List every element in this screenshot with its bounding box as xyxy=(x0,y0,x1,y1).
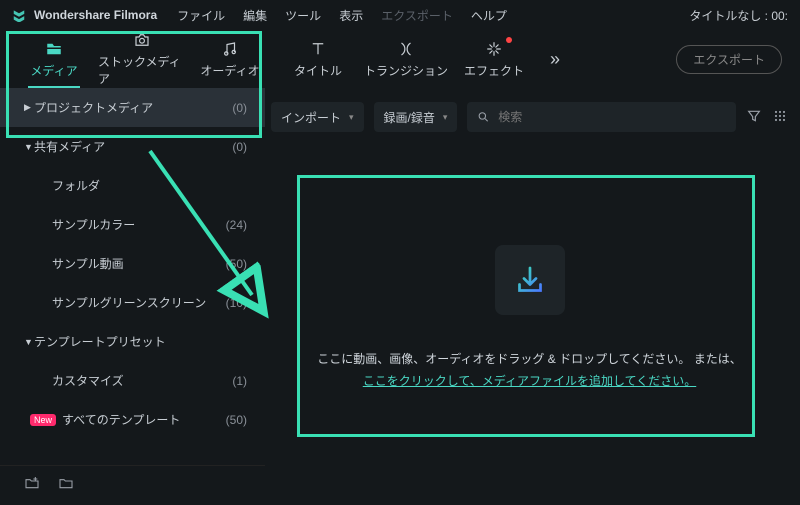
dropzone-link[interactable]: ここをクリックして、メディアファイルを追加してください。 xyxy=(363,374,696,388)
sidebar-item-count: (0) xyxy=(232,101,247,115)
music-icon xyxy=(221,40,239,58)
expand-icon: ▶ xyxy=(24,102,34,113)
tab-stock-media[interactable]: ストックメディア xyxy=(98,31,186,87)
menu-view[interactable]: 表示 xyxy=(339,7,363,24)
chevron-down-icon: ▾ xyxy=(443,112,448,123)
sidebar-item-folder[interactable]: フォルダ xyxy=(0,166,265,205)
sidebar-item-count: (24) xyxy=(226,218,247,232)
new-badge: New xyxy=(30,414,56,426)
menu-file[interactable]: ファイル xyxy=(177,7,225,24)
sidebar-item-label: フォルダ xyxy=(52,177,247,194)
tab-title-label: タイトル xyxy=(294,62,342,79)
sidebar-item-label: サンプルカラー xyxy=(52,216,226,233)
grid-icon xyxy=(772,108,788,124)
sidebar-item-label: サンプルグリーンスクリーン xyxy=(52,294,226,311)
sparkle-icon xyxy=(485,40,503,58)
collapse-icon: ▼ xyxy=(24,142,34,152)
app-logo-icon xyxy=(12,8,26,22)
toolbar: メディア ストックメディア オーディオ タイトル トランジション エフェクト »… xyxy=(0,30,800,88)
search-icon xyxy=(477,110,490,124)
sidebar-bottom-bar xyxy=(0,465,265,505)
grid-view-button[interactable] xyxy=(772,108,788,127)
more-tabs-button[interactable]: » xyxy=(550,49,560,70)
search-input[interactable] xyxy=(498,110,726,124)
sidebar: ▶ プロジェクトメディア (0) ▼ 共有メディア (0) フォルダ サンプルカ… xyxy=(0,88,265,505)
search-box[interactable] xyxy=(467,102,736,132)
sidebar-item-label: カスタマイズ xyxy=(52,372,232,389)
content-controls: インポート ▾ 録画/録音 ▾ xyxy=(271,100,788,134)
tab-effect-label: エフェクト xyxy=(464,62,524,79)
chevron-down-icon: ▾ xyxy=(349,112,354,123)
project-title: タイトルなし : 00: xyxy=(689,7,788,24)
open-folder-button[interactable] xyxy=(58,475,74,496)
import-dropdown[interactable]: インポート ▾ xyxy=(271,102,364,132)
menu-help[interactable]: ヘルプ xyxy=(471,7,507,24)
sidebar-item-customize[interactable]: カスタマイズ (1) xyxy=(0,361,265,400)
record-label: 録画/録音 xyxy=(384,109,435,126)
tab-title[interactable]: タイトル xyxy=(274,31,362,87)
main-menu: ファイル 編集 ツール 表示 エクスポート ヘルプ xyxy=(177,7,507,24)
tab-effect[interactable]: エフェクト xyxy=(450,31,538,87)
sidebar-item-count: (0) xyxy=(232,140,247,154)
sidebar-item-sample-video[interactable]: サンプル動画 (50) xyxy=(0,244,265,283)
menu-export[interactable]: エクスポート xyxy=(381,7,453,24)
tab-transition-label: トランジション xyxy=(364,62,448,79)
download-box xyxy=(495,245,565,315)
notification-dot-icon xyxy=(506,37,512,43)
tab-media[interactable]: メディア xyxy=(10,31,98,87)
sidebar-item-label: サンプル動画 xyxy=(52,255,226,272)
collapse-icon: ▼ xyxy=(24,337,34,347)
dropzone-text: ここに動画、画像、オーディオをドラッグ & ドロップしてください。 または、 こ… xyxy=(317,349,741,392)
app-name: Wondershare Filmora xyxy=(34,8,157,22)
filter-button[interactable] xyxy=(746,108,762,127)
sidebar-item-count: (10) xyxy=(226,296,247,310)
tab-audio[interactable]: オーディオ xyxy=(186,31,274,87)
sidebar-item-shared-media[interactable]: ▼ 共有メディア (0) xyxy=(0,127,265,166)
tab-audio-label: オーディオ xyxy=(200,62,259,79)
sidebar-item-sample-color[interactable]: サンプルカラー (24) xyxy=(0,205,265,244)
titlebar: Wondershare Filmora ファイル 編集 ツール 表示 エクスポー… xyxy=(0,0,800,30)
tab-stock-label: ストックメディア xyxy=(98,53,186,87)
tab-transition[interactable]: トランジション xyxy=(362,31,450,87)
record-dropdown[interactable]: 録画/録音 ▾ xyxy=(374,102,458,132)
tab-media-label: メディア xyxy=(30,62,77,79)
folder-icon xyxy=(45,40,63,58)
transition-icon xyxy=(397,40,415,58)
sidebar-item-template-preset[interactable]: ▼ テンプレートプリセット xyxy=(0,322,265,361)
main-area: ▶ プロジェクトメディア (0) ▼ 共有メディア (0) フォルダ サンプルカ… xyxy=(0,88,800,505)
folder-icon xyxy=(58,475,74,491)
sidebar-item-label: プロジェクトメディア xyxy=(34,99,232,116)
sidebar-item-sample-green[interactable]: サンプルグリーンスクリーン (10) xyxy=(0,283,265,322)
menu-tool[interactable]: ツール xyxy=(285,7,321,24)
filter-icon xyxy=(746,108,762,124)
sidebar-item-all-templates[interactable]: New すべてのテンプレート (50) xyxy=(0,400,265,439)
folder-plus-icon xyxy=(24,475,40,491)
sidebar-item-label: すべてのテンプレート xyxy=(62,411,226,428)
dropzone-line1: ここに動画、画像、オーディオをドラッグ & ドロップしてください。 または、 xyxy=(317,349,741,371)
text-icon xyxy=(309,40,327,58)
camera-icon xyxy=(133,31,151,49)
content-panel: インポート ▾ 録画/録音 ▾ xyxy=(265,88,800,505)
media-dropzone[interactable]: ここに動画、画像、オーディオをドラッグ & ドロップしてください。 または、 こ… xyxy=(271,144,788,493)
download-icon xyxy=(512,262,548,298)
sidebar-item-count: (50) xyxy=(226,257,247,271)
new-folder-button[interactable] xyxy=(24,475,40,496)
sidebar-item-label: テンプレートプリセット xyxy=(34,333,247,350)
sidebar-item-count: (1) xyxy=(232,374,247,388)
sidebar-item-label: 共有メディア xyxy=(34,138,232,155)
sidebar-item-project-media[interactable]: ▶ プロジェクトメディア (0) xyxy=(0,88,265,127)
import-label: インポート xyxy=(281,109,341,126)
sidebar-item-count: (50) xyxy=(226,413,247,427)
export-button[interactable]: エクスポート xyxy=(676,45,782,74)
menu-edit[interactable]: 編集 xyxy=(243,7,267,24)
